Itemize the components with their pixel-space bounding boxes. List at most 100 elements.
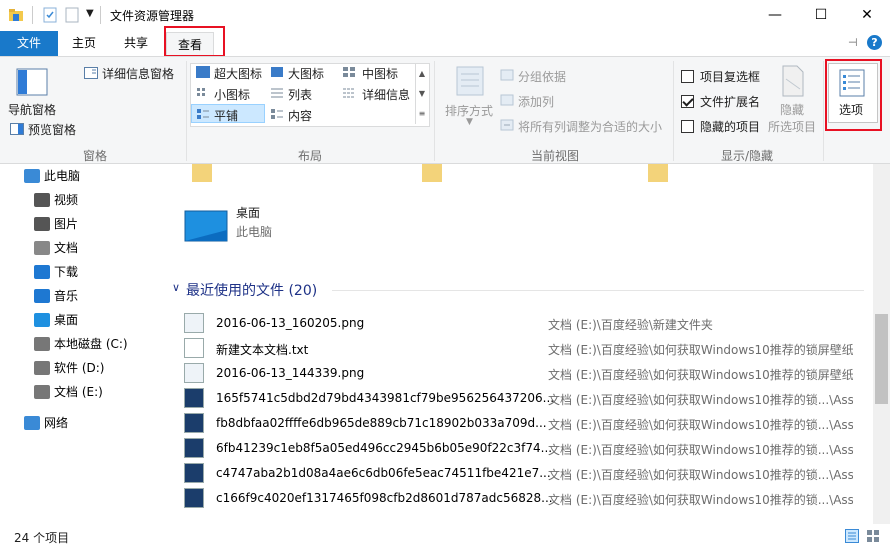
drive-icon <box>34 361 50 375</box>
item-checkboxes-checkbox[interactable] <box>681 70 694 83</box>
extra-large-icons-option[interactable]: 超大图标 <box>214 65 262 82</box>
network-icon <box>24 416 40 430</box>
list-option[interactable]: 列表 <box>288 86 312 103</box>
file-name: 新建文本文档.txt <box>216 343 309 357</box>
image-icon <box>184 488 204 508</box>
nav-item[interactable]: 音乐 <box>34 285 164 307</box>
desktop-icon <box>34 313 50 327</box>
file-row[interactable]: 2016-06-13_160205.png 文档 (E:)\百度经验\新建文件夹 <box>180 311 870 336</box>
maximize-button[interactable]: ☐ <box>798 0 844 31</box>
content-icon <box>271 109 283 119</box>
tab-home[interactable]: 主页 <box>64 31 104 56</box>
nav-item[interactable]: 本地磁盘 (C:) <box>34 333 164 355</box>
image-icon <box>184 463 204 483</box>
hide-selected-line2[interactable]: 所选项目 <box>768 118 816 135</box>
gallery-scroll[interactable]: ▲ ▼ ≡ <box>415 64 428 124</box>
collapse-chevron-icon[interactable]: ∨ <box>172 281 180 294</box>
details-view-icon[interactable] <box>845 529 859 543</box>
sort-by-chevron-icon: ▼ <box>466 117 473 127</box>
add-columns-button[interactable]: 添加列 <box>518 93 554 110</box>
hide-selected-line1[interactable]: 隐藏 <box>780 101 804 118</box>
file-row[interactable]: c4747aba2b1d08a4ae6c6db06fe5eac74511fbe4… <box>180 461 870 486</box>
desktop-tile[interactable]: 桌面 此电脑 <box>174 196 424 246</box>
file-row[interactable]: 165f5741c5dbd2d79bd4343981cf79be95625643… <box>180 386 870 411</box>
preview-pane-button[interactable]: 预览窗格 <box>28 121 76 138</box>
desktop-tile-subtitle: 此电脑 <box>236 225 273 239</box>
large-icons-icon <box>271 67 283 77</box>
file-name: c4747aba2b1d08a4ae6c6db06fe5eac74511fbe4… <box>216 466 551 480</box>
show-hide-group-label: 显示/隐藏 <box>720 149 774 163</box>
vertical-scrollbar[interactable] <box>873 164 890 524</box>
nav-item-label: 文档 <box>54 241 79 255</box>
file-name: 2016-06-13_144339.png <box>216 366 365 380</box>
size-all-columns-button[interactable]: 将所有列调整为合适的大小 <box>518 118 662 135</box>
pictures-icon <box>34 217 50 231</box>
documents-icon <box>34 241 50 255</box>
png-icon <box>184 363 204 383</box>
scrollbar-thumb[interactable] <box>875 314 888 404</box>
file-row[interactable]: 新建文本文档.txt 文档 (E:)\百度经验\如何获取Windows10推荐的锁… <box>180 336 870 361</box>
file-extensions-checkbox[interactable] <box>681 95 694 108</box>
item-checkboxes-label[interactable]: 项目复选框 <box>700 68 760 85</box>
nav-item-label: 网络 <box>44 416 69 430</box>
image-icon <box>184 388 204 408</box>
navigation-pane-icon[interactable] <box>16 67 48 99</box>
tab-share[interactable]: 共享 <box>114 31 158 56</box>
content-option[interactable]: 内容 <box>288 107 312 124</box>
group-by-button[interactable]: 分组依据 <box>518 68 566 85</box>
customize-qat-chevron-icon[interactable]: ▼ <box>86 8 94 19</box>
details-pane-icon <box>84 67 98 79</box>
file-location: 文档 (E:)\百度经验\新建文件夹 <box>548 318 713 332</box>
minimize-button[interactable]: — <box>752 0 798 31</box>
nav-item[interactable]: 桌面 <box>34 309 164 331</box>
preview-pane-icon <box>10 123 24 135</box>
nav-item[interactable]: 网络 <box>24 412 164 434</box>
tab-file[interactable]: 文件 <box>0 31 58 56</box>
navigation-pane: 此电脑 视频 图片文档下载 音乐 桌面 本地磁盘 (C:) 软件 (D:) 文档 (E:) 网络 <box>0 164 164 524</box>
hidden-items-label[interactable]: 隐藏的项目 <box>700 118 760 135</box>
navigation-pane-button[interactable]: 导航窗格 <box>8 101 56 118</box>
folder-icon <box>648 164 668 182</box>
details-option[interactable]: 详细信息 <box>362 86 410 103</box>
file-extensions-label[interactable]: 文件扩展名 <box>700 93 760 110</box>
file-name: 2016-06-13_160205.png <box>216 316 365 330</box>
small-icons-option[interactable]: 小图标 <box>214 86 250 103</box>
video-icon <box>34 193 50 207</box>
large-icons-view-icon[interactable] <box>866 529 880 543</box>
nav-item[interactable]: 文档 <box>34 237 164 259</box>
nav-item[interactable]: 软件 (D:) <box>34 357 164 379</box>
folder-icon <box>192 164 212 182</box>
nav-item[interactable]: 下载 <box>34 261 164 283</box>
nav-item[interactable]: 图片 <box>34 213 164 235</box>
hide-selected-icon <box>782 65 804 97</box>
file-location: 文档 (E:)\百度经验\如何获取Windows10推荐的锁...\Assets <box>548 418 853 432</box>
nav-item[interactable]: 此电脑 <box>24 165 164 187</box>
hidden-items-checkbox[interactable] <box>681 120 694 133</box>
file-name: c166f9c4020ef1317465f098cfb2d8601d787adc… <box>216 491 553 505</box>
recent-files-header[interactable]: 最近使用的文件 (20) <box>186 280 317 300</box>
pin-icon[interactable]: ⊣ <box>848 36 858 49</box>
medium-icons-option[interactable]: 中图标 <box>362 65 398 82</box>
image-icon <box>184 413 204 433</box>
nav-item[interactable]: 视频 <box>34 189 164 211</box>
title-bar: ▼ 文件资源管理器 — ☐ ✕ <box>0 0 890 31</box>
list-icon <box>271 88 283 98</box>
nav-item[interactable]: 文档 (E:) <box>34 381 164 403</box>
file-row[interactable]: fb8dbfaa02ffffe6db965de889cb71c18902b033… <box>180 411 870 436</box>
nav-item-label: 软件 (D:) <box>54 361 105 375</box>
txt-icon <box>184 338 204 358</box>
header-divider <box>332 290 864 291</box>
help-icon[interactable]: ? <box>867 35 882 50</box>
close-button[interactable]: ✕ <box>844 0 890 31</box>
file-row[interactable]: 2016-06-13_144339.png 文档 (E:)\百度经验\如何获取Wi… <box>180 361 870 386</box>
file-row[interactable]: 6fb41239c1eb8f5a05ed496cc2945b6b05e90f22… <box>180 436 870 461</box>
details-pane-button[interactable]: 详细信息窗格 <box>102 65 174 82</box>
file-name: 165f5741c5dbd2d79bd4343981cf79be95625643… <box>216 391 555 405</box>
music-icon <box>34 289 50 303</box>
large-icons-option[interactable]: 大图标 <box>288 65 324 82</box>
tiles-option[interactable]: 平铺 <box>214 107 238 124</box>
properties-icon[interactable] <box>42 7 58 23</box>
sort-by-icon <box>456 66 484 96</box>
file-row[interactable]: c166f9c4020ef1317465f098cfb2d8601d787adc… <box>180 486 870 511</box>
new-folder-icon[interactable] <box>64 7 80 23</box>
